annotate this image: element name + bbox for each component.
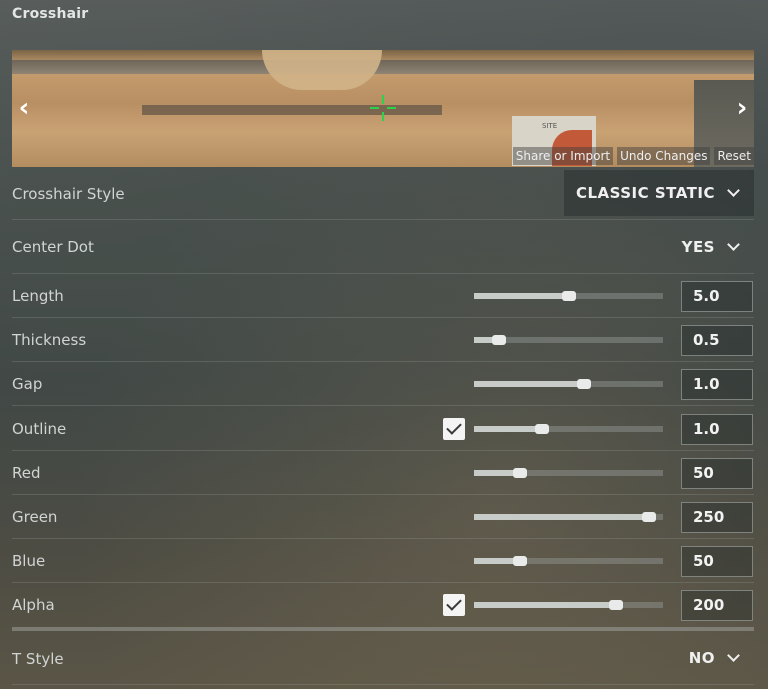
crosshair-preview-icon bbox=[370, 95, 396, 121]
outline-checkbox[interactable] bbox=[443, 418, 465, 440]
chevron-down-icon bbox=[727, 184, 740, 197]
outline-slider-fill bbox=[474, 426, 542, 432]
green-slider[interactable] bbox=[474, 512, 663, 522]
blue-value-input[interactable]: 50 bbox=[681, 546, 753, 577]
green-slider-handle[interactable] bbox=[642, 512, 656, 522]
length-slider-fill bbox=[474, 293, 569, 299]
reset-button[interactable]: Reset bbox=[714, 147, 754, 165]
outline-row: Outline 1.0 bbox=[12, 407, 754, 451]
blue-slider-handle[interactable] bbox=[513, 556, 527, 566]
green-row: Green 250 bbox=[12, 495, 754, 539]
gap-slider-fill bbox=[474, 381, 584, 387]
next-arrow-icon[interactable]: › bbox=[730, 94, 754, 122]
gap-row: Gap 1.0 bbox=[12, 362, 754, 406]
preview-roof bbox=[12, 60, 754, 74]
length-label: Length bbox=[12, 287, 64, 305]
gap-slider[interactable] bbox=[474, 379, 663, 389]
red-slider[interactable] bbox=[474, 468, 663, 478]
length-slider[interactable] bbox=[474, 291, 663, 301]
green-slider-fill bbox=[474, 514, 649, 520]
page-title: Crosshair bbox=[12, 6, 89, 22]
alpha-label: Alpha bbox=[12, 596, 55, 614]
crosshair-style-row: Crosshair Style CLASSIC STATIC bbox=[12, 170, 754, 220]
outline-value-input[interactable]: 1.0 bbox=[681, 414, 753, 445]
thickness-label: Thickness bbox=[12, 331, 87, 349]
center-dot-dropdown[interactable]: YES bbox=[682, 224, 754, 270]
t-style-row: T Style NO bbox=[12, 631, 754, 685]
preview-wall-shadow bbox=[142, 105, 442, 115]
blue-label: Blue bbox=[12, 552, 46, 570]
gap-slider-handle[interactable] bbox=[577, 379, 591, 389]
center-dot-value: YES bbox=[681, 238, 715, 256]
t-style-dropdown[interactable]: NO bbox=[689, 635, 754, 681]
green-value-input[interactable]: 250 bbox=[681, 502, 753, 533]
crosshair-style-value: CLASSIC STATIC bbox=[575, 184, 715, 202]
t-style-label: T Style bbox=[12, 650, 64, 668]
length-slider-handle[interactable] bbox=[562, 291, 576, 301]
t-style-value: NO bbox=[688, 649, 715, 667]
share-import-button[interactable]: Share or Import bbox=[512, 147, 614, 165]
green-label: Green bbox=[12, 508, 58, 526]
crosshair-style-label: Crosshair Style bbox=[12, 185, 125, 203]
alpha-slider-fill bbox=[474, 602, 616, 608]
preview-arch bbox=[262, 50, 382, 90]
chevron-down-icon bbox=[727, 649, 740, 662]
length-value-input[interactable]: 5.0 bbox=[681, 281, 753, 312]
center-dot-label: Center Dot bbox=[12, 238, 94, 256]
thickness-slider-handle[interactable] bbox=[492, 335, 506, 345]
alpha-slider[interactable] bbox=[474, 600, 663, 610]
thickness-row: Thickness 0.5 bbox=[12, 318, 754, 362]
red-value-input[interactable]: 50 bbox=[681, 458, 753, 489]
blue-slider[interactable] bbox=[474, 556, 663, 566]
gap-label: Gap bbox=[12, 375, 43, 393]
alpha-slider-handle[interactable] bbox=[609, 600, 623, 610]
alpha-row: Alpha 200 bbox=[12, 583, 754, 627]
outline-slider[interactable] bbox=[474, 424, 663, 434]
alpha-checkbox[interactable] bbox=[443, 594, 465, 616]
undo-changes-button[interactable]: Undo Changes bbox=[617, 147, 711, 165]
crosshair-style-dropdown[interactable]: CLASSIC STATIC bbox=[563, 170, 754, 216]
outline-label: Outline bbox=[12, 420, 67, 438]
red-row: Red 50 bbox=[12, 451, 754, 495]
gap-value-input[interactable]: 1.0 bbox=[681, 369, 753, 400]
preview-sign-text: SITE bbox=[542, 122, 558, 130]
thickness-value-input[interactable]: 0.5 bbox=[681, 325, 753, 356]
chevron-down-icon bbox=[727, 238, 740, 251]
blue-row: Blue 50 bbox=[12, 539, 754, 583]
center-dot-row: Center Dot YES bbox=[12, 220, 754, 274]
length-row: Length 5.0 bbox=[12, 274, 754, 318]
outline-slider-handle[interactable] bbox=[535, 424, 549, 434]
previous-arrow-icon[interactable]: ‹ bbox=[12, 94, 36, 122]
red-label: Red bbox=[12, 464, 41, 482]
thickness-slider[interactable] bbox=[474, 335, 663, 345]
red-slider-handle[interactable] bbox=[513, 468, 527, 478]
alpha-value-input[interactable]: 200 bbox=[681, 590, 753, 621]
preview-actions: Share or Import Undo Changes Reset bbox=[512, 147, 754, 165]
crosshair-preview: SITE ‹ › Share or Import Undo Changes Re… bbox=[12, 50, 754, 167]
